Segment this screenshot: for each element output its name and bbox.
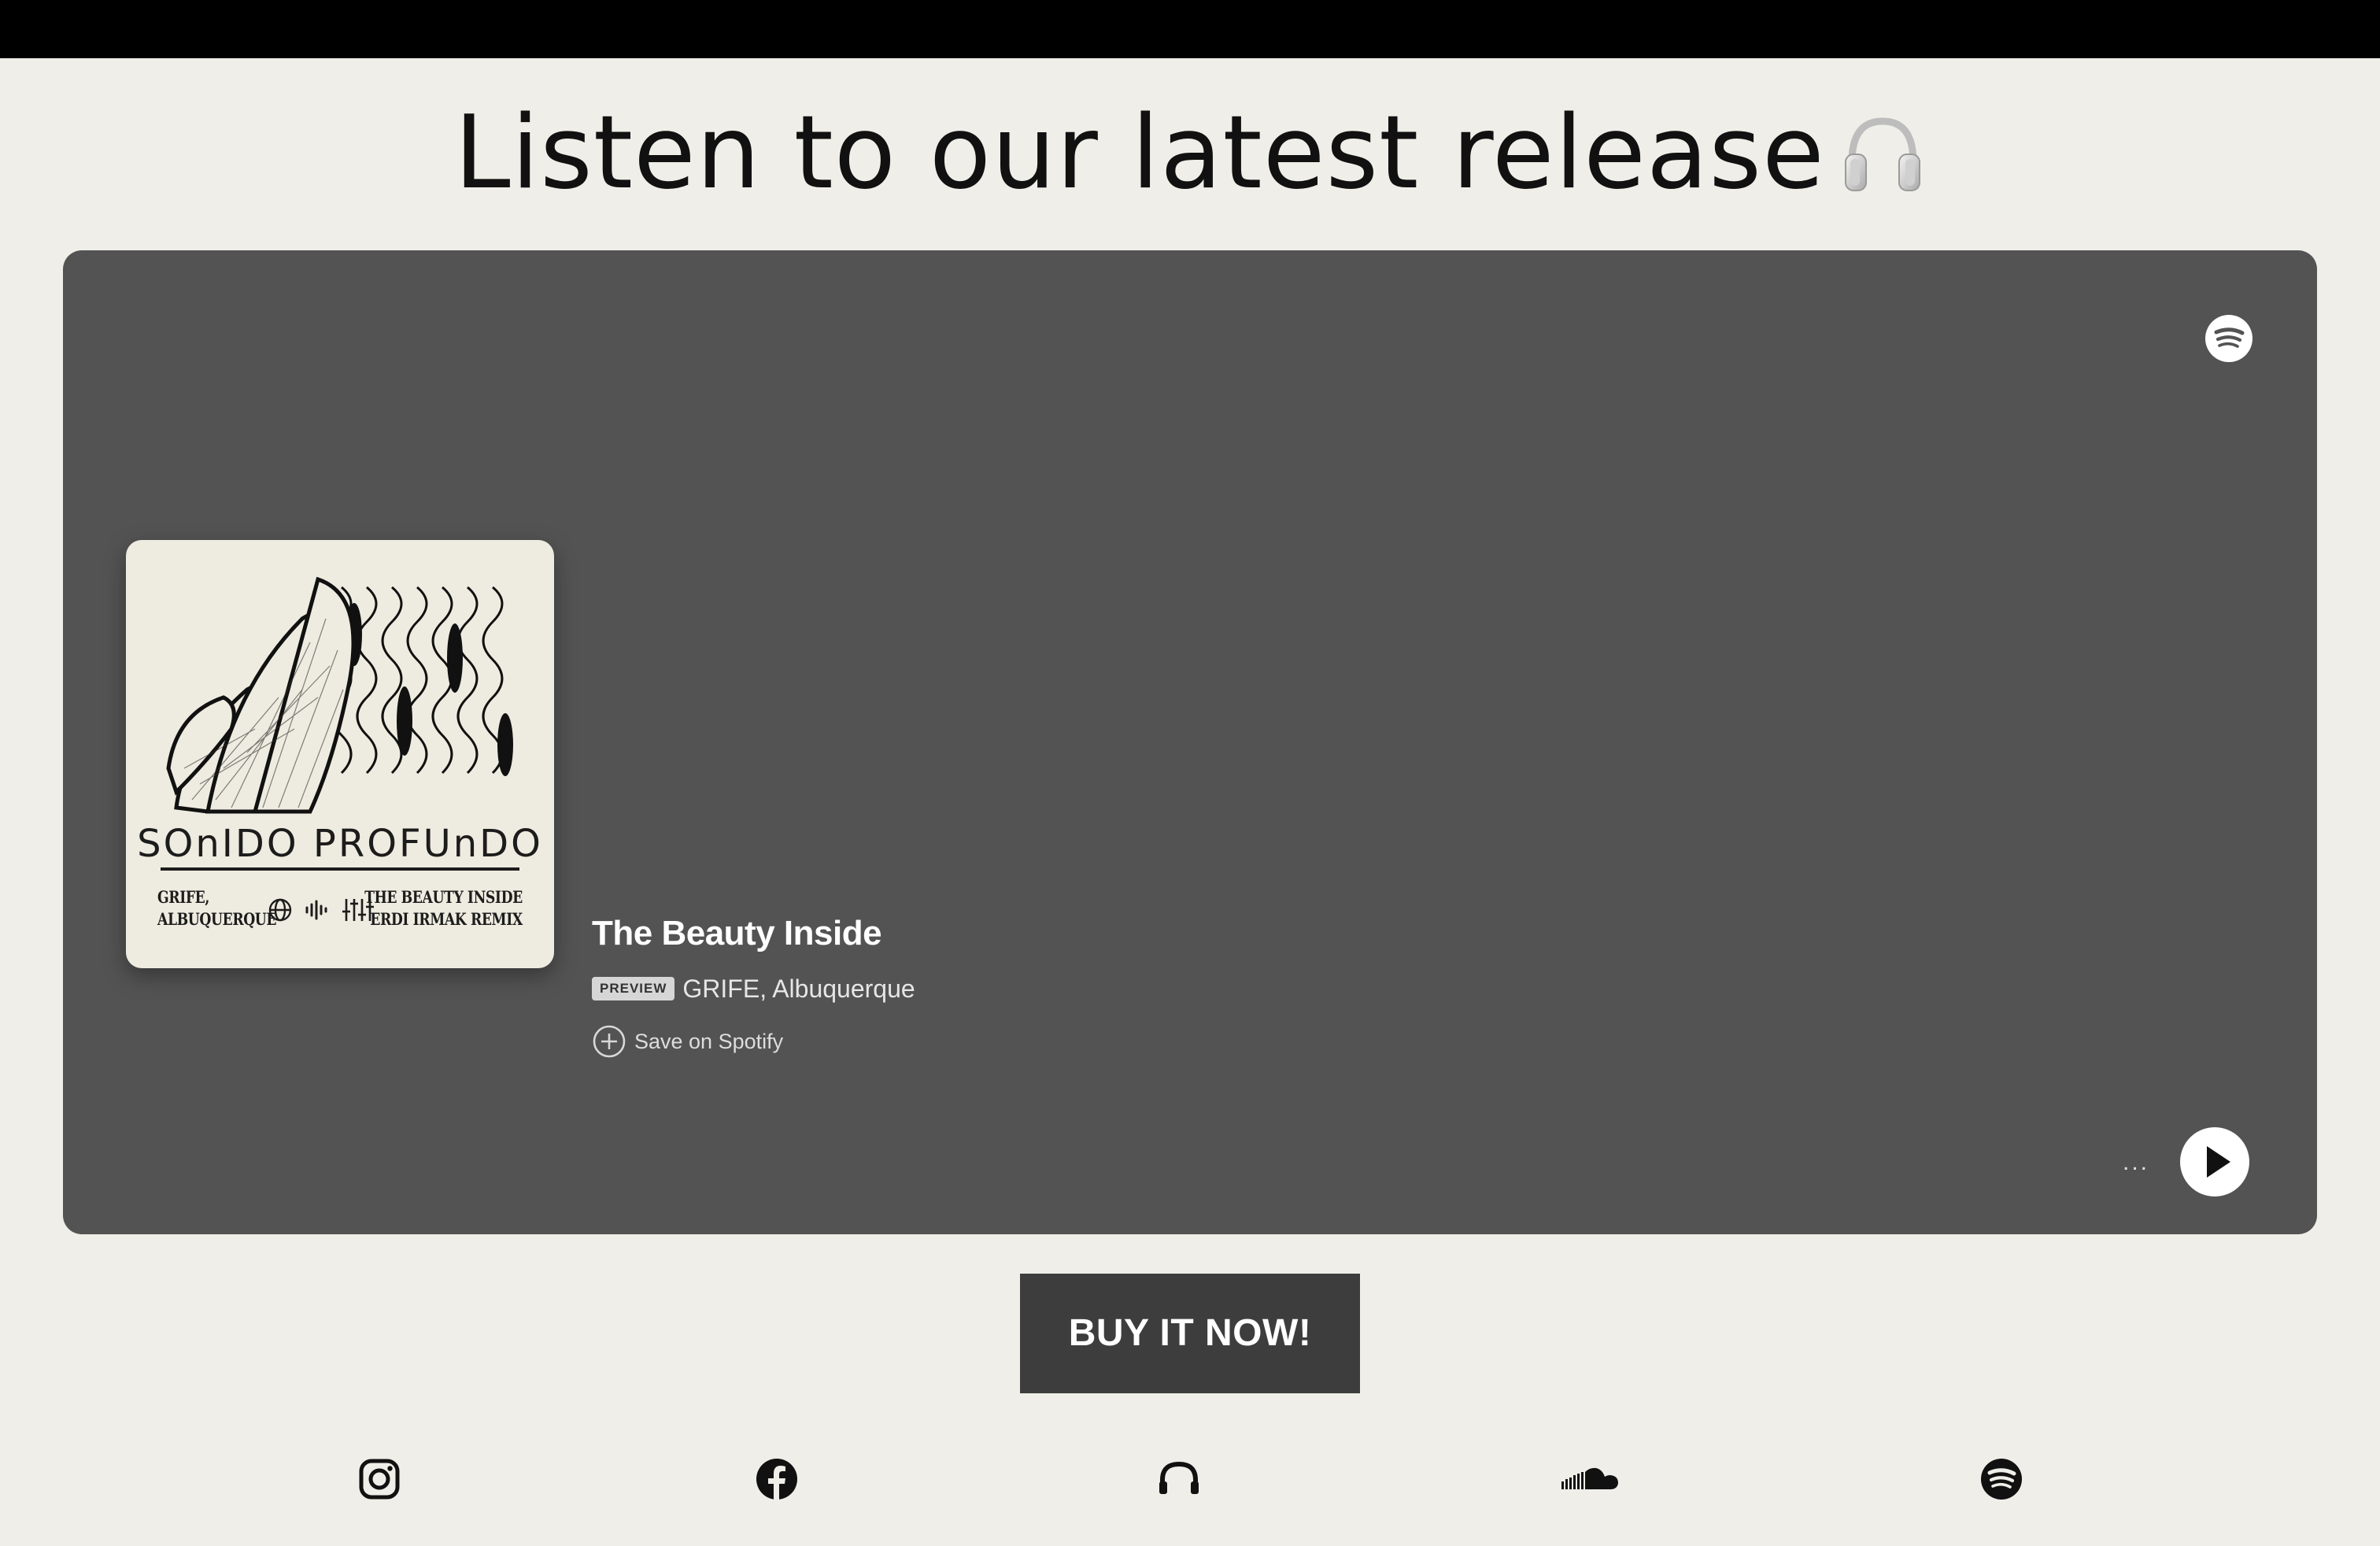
save-on-spotify-label: Save on Spotify [634, 1029, 784, 1053]
save-on-spotify-button[interactable]: Save on Spotify [592, 1022, 783, 1061]
track-meta: PREVIEW GRIFE, Albuquerque [592, 970, 915, 1008]
instagram-icon[interactable] [357, 1456, 402, 1502]
headphones-icon [1839, 105, 1926, 224]
album-artwork [161, 571, 519, 816]
album-cover[interactable]: SOnIDO PROFUnDO GRIFE, ALBUQUERQUE THE B… [126, 540, 554, 968]
album-title-line: ERDI IRMAK REMIX [370, 909, 523, 929]
album-title-line: THE BEAUTY INSIDE [364, 887, 523, 907]
album-artists-block: GRIFE, ALBUQUERQUE [157, 886, 277, 930]
divider [161, 867, 519, 871]
spotify-icon[interactable] [2205, 315, 2252, 362]
page-title: Listen to our latest release [0, 94, 2380, 224]
top-bar [0, 0, 2380, 58]
more-icon[interactable]: ... [2112, 1143, 2160, 1182]
play-button[interactable] [2180, 1127, 2249, 1196]
soundcloud-icon[interactable] [1560, 1456, 1621, 1502]
plus-circle-icon [593, 1025, 626, 1058]
page-title-text: Listen to our latest release [454, 94, 1825, 212]
spotify-icon[interactable] [1979, 1456, 2024, 1502]
play-icon [2207, 1146, 2230, 1178]
buy-it-now-button[interactable]: BUY IT NOW! [1020, 1274, 1360, 1393]
album-artists-line: ALBUQUERQUE [157, 909, 277, 929]
album-artists-line: GRIFE, [157, 887, 209, 907]
beatport-icon[interactable] [1156, 1456, 1202, 1502]
preview-badge: PREVIEW [592, 977, 675, 1000]
spotify-embed-player: SOnIDO PROFUnDO GRIFE, ALBUQUERQUE THE B… [63, 250, 2317, 1234]
track-title-link[interactable]: The Beauty Inside [592, 910, 882, 957]
facebook-icon[interactable] [754, 1456, 800, 1502]
album-title-block: THE BEAUTY INSIDE ERDI IRMAK REMIX [364, 886, 523, 930]
album-brand: SOnIDO PROFUnDO [137, 822, 543, 866]
artists-link[interactable]: GRIFE, Albuquerque [682, 975, 915, 1004]
